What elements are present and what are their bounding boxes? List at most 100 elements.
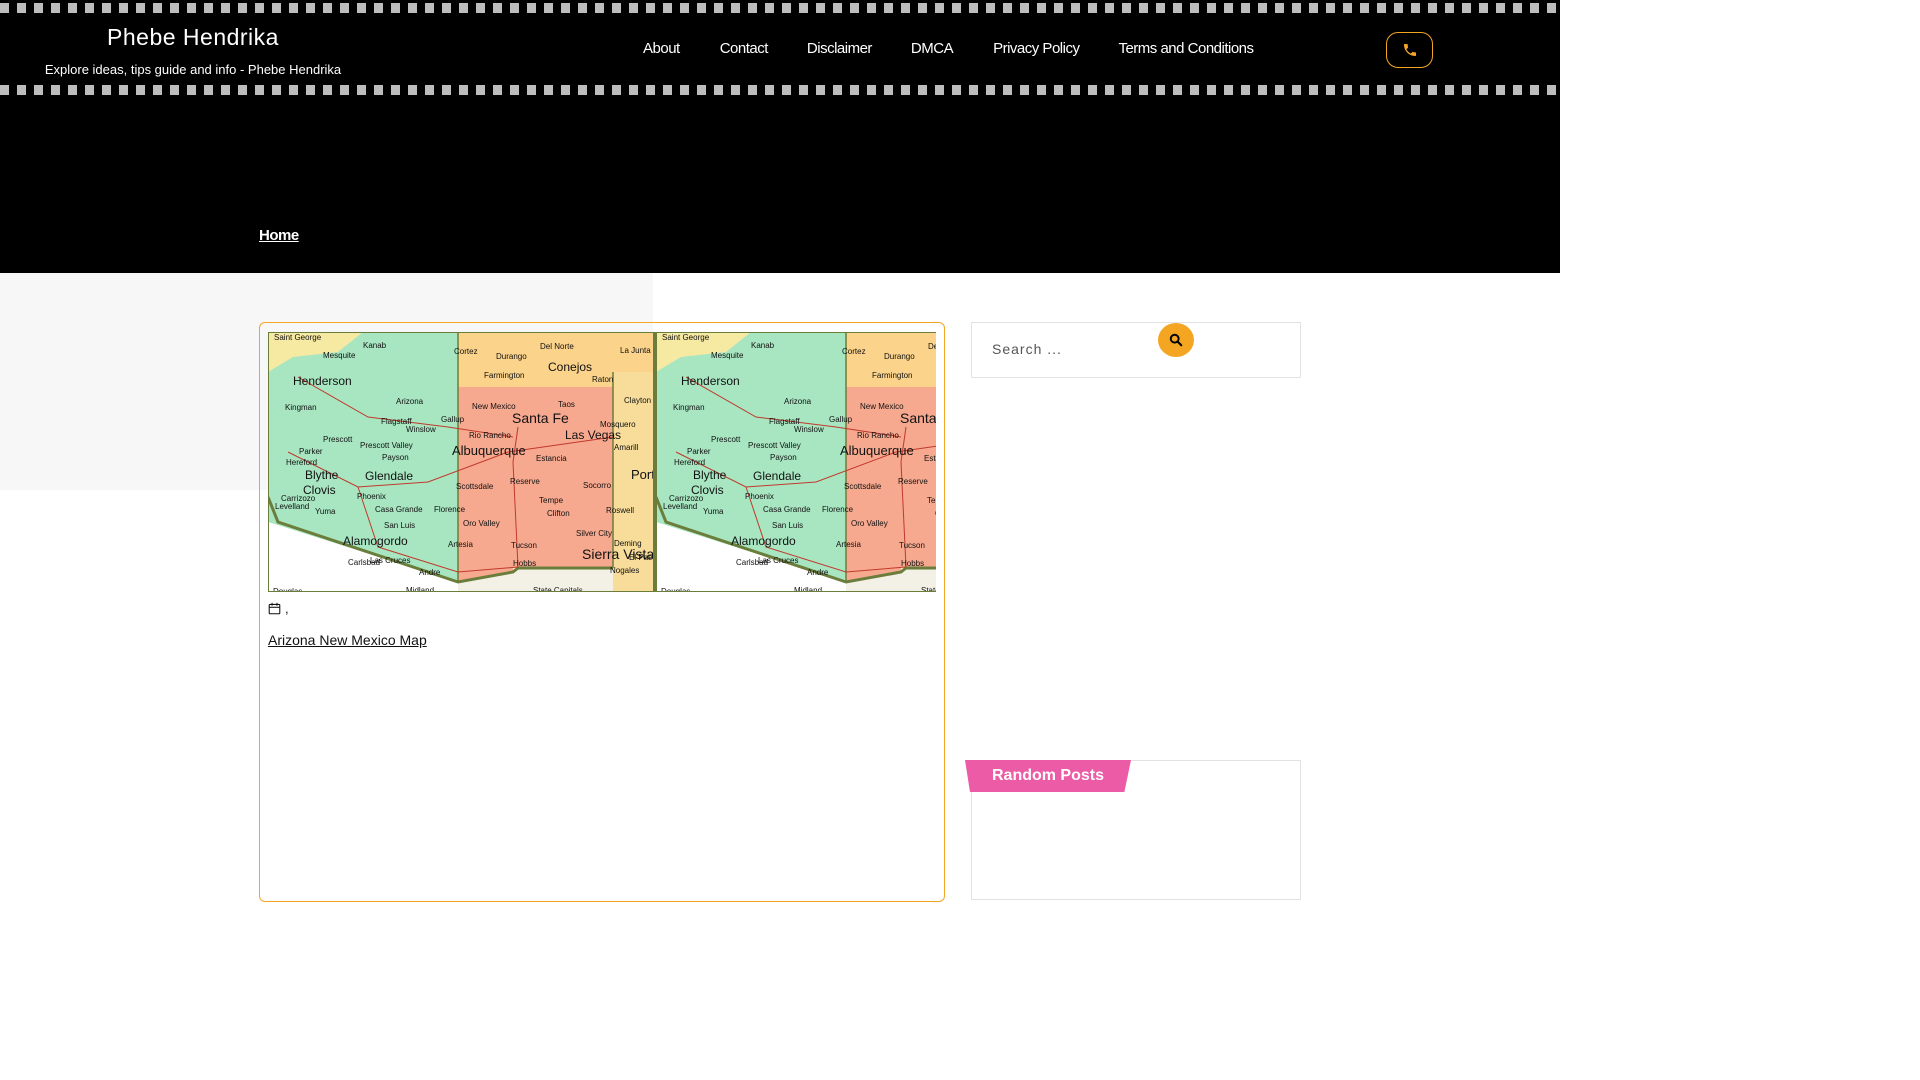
post-meta-separator: , (285, 601, 289, 616)
map-label: Clifton (547, 509, 570, 518)
map-label: Clayton (624, 396, 651, 405)
map-label: Henderson (293, 374, 352, 388)
arizona-new-mexico-map: Saint George Kanab Cortez Durango Del Norte L… (268, 332, 936, 592)
map-label: San Luis (384, 521, 415, 530)
map-label: Estancia (536, 454, 567, 463)
map-label: Glendale (365, 469, 413, 483)
map-label: Blythe (305, 468, 339, 482)
map-label: Payson (382, 453, 409, 462)
map-label: Conejos (548, 360, 592, 374)
map-label: Del Norte (928, 342, 936, 351)
map-label: Blythe (693, 468, 727, 482)
map-label: La Junta (620, 346, 651, 355)
map-label: Taos (558, 400, 575, 409)
calendar-icon (268, 602, 281, 615)
map-label: Roswell (606, 506, 634, 515)
map-label: Oro Valley (463, 519, 500, 528)
map-label: Hobbs (513, 559, 536, 568)
map-label: Albuquerque (840, 443, 914, 458)
post-meta: , (268, 601, 289, 616)
map-label: Albuquerque (452, 443, 526, 458)
map-label: Nogales (610, 566, 639, 575)
map-label: Socorro (583, 481, 612, 490)
search-widget (971, 322, 1301, 378)
main-navigation: About Contact Disclaimer DMCA Privacy Po… (643, 40, 1254, 57)
map-panel: Saint George Kanab Cortez Durango Del Norte L… (268, 332, 657, 592)
map-label: Saint George (662, 333, 710, 342)
map-label: Hobbs (901, 559, 924, 568)
breadcrumb-home[interactable]: Home (259, 227, 299, 244)
map-label: Cortez (454, 347, 478, 356)
nav-item-privacy-policy[interactable]: Privacy Policy (993, 40, 1080, 57)
post-featured-image[interactable]: Saint George Kanab Cortez Durango Del Norte L… (268, 332, 936, 592)
nav-item-terms-and-conditions[interactable]: Terms and Conditions (1118, 40, 1254, 57)
decorative-dash-border-bottom (0, 85, 1560, 95)
map-label: Tucson (511, 541, 537, 550)
map-label: Gallup (829, 415, 853, 424)
map-label: Saint George (274, 333, 322, 342)
map-label: Kanab (363, 341, 387, 350)
map-label: Del Norte (540, 342, 574, 351)
map-label: Mesquite (711, 351, 744, 360)
map-label: Arizona (784, 397, 812, 406)
site-branding: Phebe Hendrika Explore ideas, tips guide… (28, 24, 358, 77)
map-label: Clifton (935, 509, 936, 518)
map-label: New Mexico (472, 402, 516, 411)
nav-item-about[interactable]: About (643, 40, 680, 57)
search-button[interactable] (1158, 323, 1194, 357)
map-label: Kanab (751, 341, 775, 350)
map-label: Tucson (899, 541, 925, 550)
map-label: Phoenix (357, 492, 386, 501)
map-label: Winslow (794, 425, 824, 434)
phone-icon (1403, 44, 1416, 56)
map-label: Santa Fe (900, 410, 936, 426)
nav-item-dmca[interactable]: DMCA (911, 40, 954, 57)
map-label: Hereford (674, 458, 705, 467)
map-label: Cortez (842, 347, 866, 356)
post-title-link[interactable]: Arizona New Mexico Map (268, 632, 427, 648)
map-label: Kingman (673, 403, 705, 412)
map-label: Prescott Valley (748, 441, 801, 450)
nav-item-disclaimer[interactable]: Disclaimer (807, 40, 873, 57)
map-label: San Luis (772, 521, 803, 530)
map-label: Levelland (663, 502, 697, 511)
map-label: Florence (822, 505, 854, 514)
map-label: Yuma (703, 507, 724, 516)
map-label: Reserve (898, 477, 928, 486)
search-icon (1169, 333, 1183, 347)
map-label: Reserve (510, 477, 540, 486)
map-label: Durango (496, 352, 527, 361)
nav-item-contact[interactable]: Contact (720, 40, 769, 57)
map-label: Kingman (285, 403, 317, 412)
map-label: Florence (434, 505, 466, 514)
site-title[interactable]: Phebe Hendrika (28, 24, 358, 51)
map-label: Mesquite (323, 351, 356, 360)
map-label: Rio Rancho (857, 431, 899, 440)
map-panel-divider (654, 332, 657, 592)
map-label: Farmington (484, 371, 524, 380)
map-label: Estancia (924, 454, 936, 463)
map-label: Phoenix (745, 492, 774, 501)
map-label: Prescott (323, 435, 353, 444)
random-posts-title: Random Posts (991, 767, 1104, 784)
map-label: Rio Rancho (469, 431, 511, 440)
map-label: Parker (299, 447, 323, 456)
map-label: Tempe (539, 496, 564, 505)
map-label: Oro Valley (851, 519, 888, 528)
random-posts-heading: Random Posts (965, 760, 1131, 792)
map-label: Carlsbad (348, 558, 380, 567)
map-label: Payson (770, 453, 797, 462)
map-label: Casa Grande (375, 505, 423, 514)
decorative-dash-border-top (0, 3, 1560, 13)
map-label: Levelland (275, 502, 309, 511)
site-header: Phebe Hendrika Explore ideas, tips guide… (0, 0, 1560, 273)
map-label: Hereford (286, 458, 317, 467)
map-panel: Saint George Kanab Cortez Durango Del Norte L… (656, 332, 936, 592)
search-input[interactable] (992, 341, 1162, 357)
map-label: Las Vegas (565, 428, 621, 442)
map-label: Tempe (927, 496, 936, 505)
map-label: El Paso (629, 553, 657, 562)
phone-button[interactable] (1386, 32, 1433, 68)
map-label: Alamogordo (343, 534, 408, 548)
map-label: Winslow (406, 425, 436, 434)
